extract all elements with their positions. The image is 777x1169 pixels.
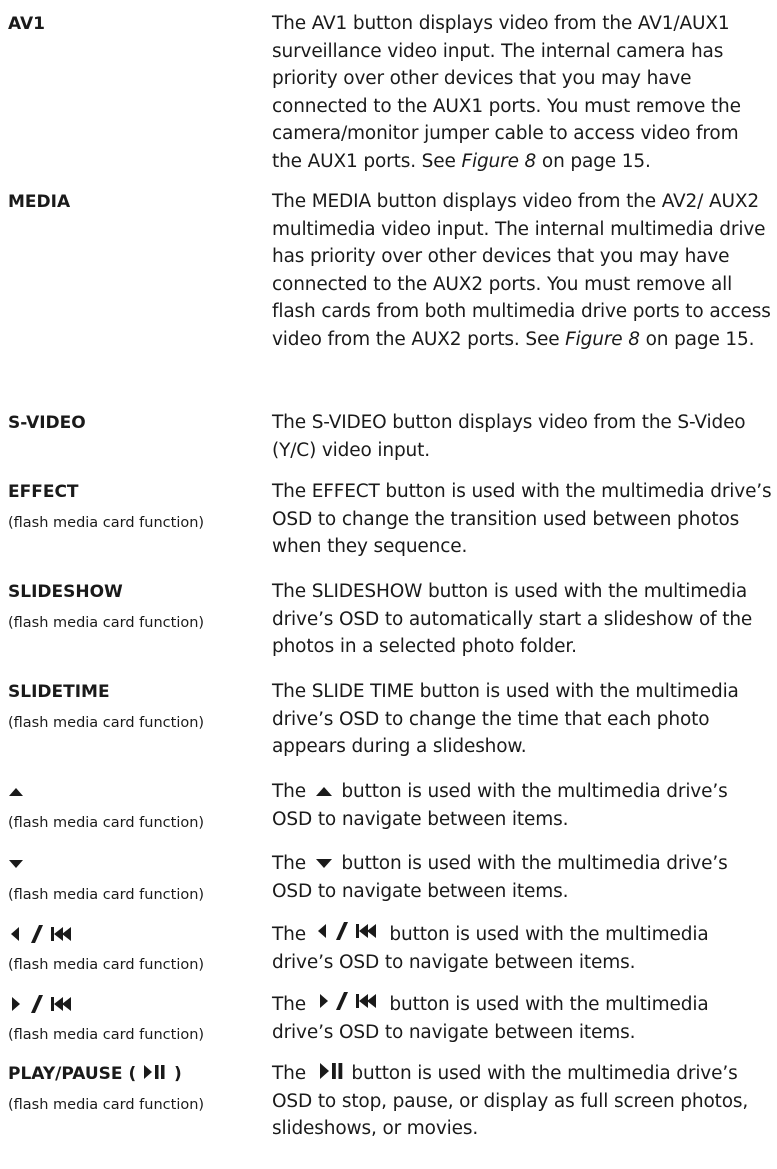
desc-text: The	[272, 994, 312, 1015]
up-triangle-icon	[8, 780, 258, 804]
description: The AV1 button displays video from the A…	[272, 10, 772, 176]
term-title: AV1	[8, 14, 45, 34]
term-cell: PLAY/PAUSE ( ) (flash media card functio…	[8, 1062, 258, 1116]
desc-text: The S-VIDEO button displays video from t…	[272, 412, 746, 461]
desc-text: The	[272, 924, 312, 945]
term-title: PLAY/PAUSE ( )	[8, 1062, 258, 1086]
description: The SLIDE TIME button is used with the m…	[272, 678, 772, 761]
description: The SLIDESHOW button is used with the mu…	[272, 578, 772, 661]
term-title: S-VIDEO	[8, 413, 86, 433]
desc-text: The	[272, 781, 312, 802]
left-arrow-slash-previous-icon	[8, 922, 258, 946]
description: The S-VIDEO button displays video from t…	[272, 409, 772, 464]
description: The EFFECT button is used with the multi…	[272, 478, 772, 561]
desc-text-end: button is used with the multimedia drive…	[272, 781, 728, 830]
term-subtitle: (flash media card function)	[8, 1097, 205, 1113]
figure-reference: Figure 8	[565, 328, 640, 350]
description: The MEDIA button displays video from the…	[272, 188, 772, 354]
right-arrow-slash-previous-icon	[8, 992, 258, 1016]
term-subtitle: (flash media card function)	[8, 957, 205, 973]
term-subtitle: (flash media card function)	[8, 815, 205, 831]
description: The button is used with the multimedia d…	[272, 1060, 772, 1143]
desc-text: The MEDIA button displays video from the…	[272, 191, 771, 350]
left-arrow-slash-previous-icon	[312, 920, 384, 942]
term-cell: SLIDESHOW (flash media card function)	[8, 580, 258, 634]
description: The button is used with the multimedia d…	[272, 920, 772, 976]
term-subtitle: (flash media card function)	[8, 887, 205, 903]
desc-text: The AV1 button displays video from the A…	[272, 13, 741, 172]
term-title-close: )	[168, 1064, 182, 1084]
desc-text-end: on page 15.	[536, 150, 651, 172]
term-subtitle: (flash media card function)	[8, 1027, 205, 1043]
term-title: SLIDESHOW	[8, 582, 123, 602]
term-cell: (flash media card function)	[8, 852, 258, 906]
term-title: MEDIA	[8, 192, 71, 212]
term-cell: AV1	[8, 12, 258, 36]
term-title: SLIDETIME	[8, 682, 110, 702]
down-triangle-icon	[8, 852, 258, 876]
right-arrow-slash-previous-icon	[312, 990, 384, 1012]
play-pause-icon	[142, 1063, 168, 1081]
down-triangle-icon	[312, 855, 336, 871]
desc-text: The SLIDE TIME button is used with the m…	[272, 681, 739, 758]
desc-text: The EFFECT button is used with the multi…	[272, 481, 772, 558]
term-cell: MEDIA	[8, 190, 258, 214]
term-subtitle: (flash media card function)	[8, 515, 205, 531]
term-cell: (flash media card function)	[8, 780, 258, 834]
description: The button is used with the multimedia d…	[272, 990, 772, 1046]
up-triangle-icon	[312, 783, 336, 799]
term-cell: EFFECT (flash media card function)	[8, 480, 258, 534]
term-title: EFFECT	[8, 482, 79, 502]
term-cell: S-VIDEO	[8, 411, 258, 435]
play-pause-icon	[312, 1061, 346, 1081]
description: The button is used with the multimedia d…	[272, 850, 772, 905]
desc-text-end: button is used with the multimedia drive…	[272, 853, 728, 902]
term-subtitle: (flash media card function)	[8, 615, 205, 631]
desc-text: The SLIDESHOW button is used with the mu…	[272, 581, 753, 658]
term-subtitle: (flash media card function)	[8, 715, 205, 731]
desc-text: The	[272, 1063, 312, 1084]
term-cell: (flash media card function)	[8, 922, 258, 976]
figure-reference: Figure 8	[461, 150, 537, 172]
description: The button is used with the multimedia d…	[272, 778, 772, 833]
desc-text-end: on page 15.	[639, 328, 755, 350]
term-cell: SLIDETIME (flash media card function)	[8, 680, 258, 734]
term-title-text: PLAY/PAUSE (	[8, 1064, 143, 1084]
term-cell: (flash media card function)	[8, 992, 258, 1046]
desc-text: The	[272, 853, 312, 874]
